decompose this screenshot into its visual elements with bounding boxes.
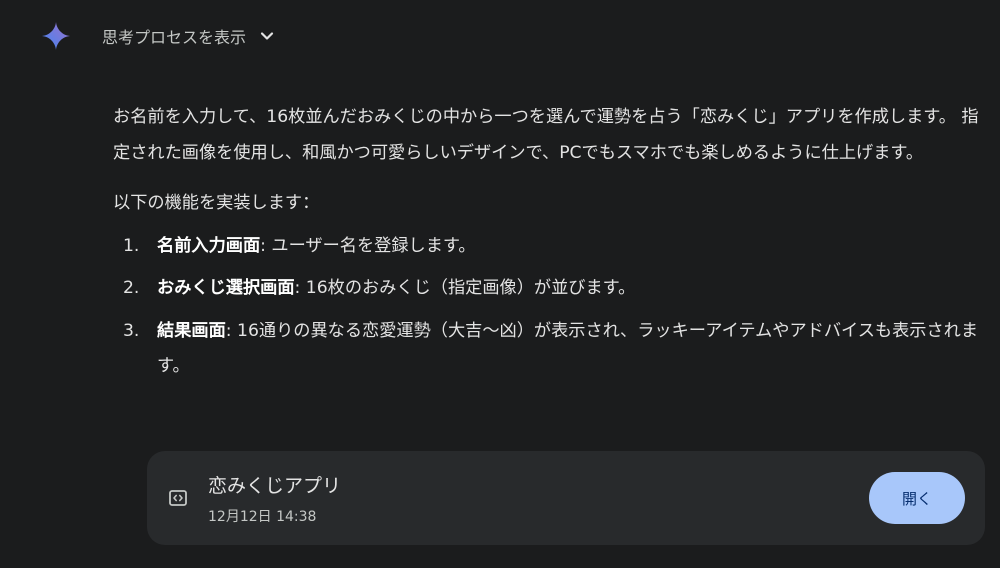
show-thinking-label[interactable]: 思考プロセスを表示 xyxy=(102,24,246,48)
feature-number: 2. xyxy=(123,278,140,298)
feature-list: 1. 名前入力画面: ユーザー名を登録します。 2. おみくじ選択画面: 16枚… xyxy=(113,229,983,385)
artifact-title: 恋みくじアプリ xyxy=(208,475,342,497)
feature-text-1: 名前入力画面: ユーザー名を登録します。 xyxy=(157,229,983,265)
feature-text-2: おみくじ選択画面: 16枚のおみくじ（指定画像）が並びます。 xyxy=(157,271,983,307)
artifact-timestamp: 12月12日 14:38 xyxy=(208,509,317,525)
artifact-card[interactable]: 恋みくじアプリ 12月12日 14:38 開く xyxy=(147,451,985,545)
feature-item: 3. 結果画面: 16通りの異なる恋愛運勢（大吉〜凶）が表示され、ラッキーアイテ… xyxy=(113,314,983,385)
feature-item: 2. おみくじ選択画面: 16枚のおみくじ（指定画像）が並びます。 xyxy=(113,271,983,307)
feature-number: 1. xyxy=(123,235,140,256)
feature-number: 3. xyxy=(123,320,140,341)
feature-description: : 16枚のおみくじ（指定画像）が並びます。 xyxy=(294,278,636,298)
feature-title: 名前入力画面 xyxy=(157,235,261,256)
features-heading: 以下の機能を実装します： xyxy=(113,193,320,213)
show-thinking-toggle[interactable]: 思考プロセスを表示 xyxy=(40,18,276,54)
gemini-spark-icon xyxy=(42,22,70,50)
feature-description: : 16通りの異なる恋愛運勢（大吉〜凶）が表示され、ラッキーアイテムやアドバイス… xyxy=(157,320,979,377)
feature-text-3: 結果画面: 16通りの異なる恋愛運勢（大吉〜凶）が表示され、ラッキーアイテムやア… xyxy=(157,314,983,385)
chevron-down-icon[interactable] xyxy=(258,27,276,45)
feature-title: 結果画面 xyxy=(157,320,226,341)
feature-description: : ユーザー名を登録します。 xyxy=(260,235,476,256)
feature-item: 1. 名前入力画面: ユーザー名を登録します。 xyxy=(113,229,983,265)
response-intro: お名前を入力して、16枚並んだおみくじの中から一つを選んで運勢を占う「恋みくじ」… xyxy=(113,107,979,163)
open-button[interactable]: 開く xyxy=(869,472,965,524)
feature-title: おみくじ選択画面 xyxy=(157,278,295,298)
response-body: お名前を入力して、16枚並んだおみくじの中から一つを選んで運勢を占う「恋みくじ」… xyxy=(113,100,983,392)
code-icon xyxy=(169,490,187,506)
